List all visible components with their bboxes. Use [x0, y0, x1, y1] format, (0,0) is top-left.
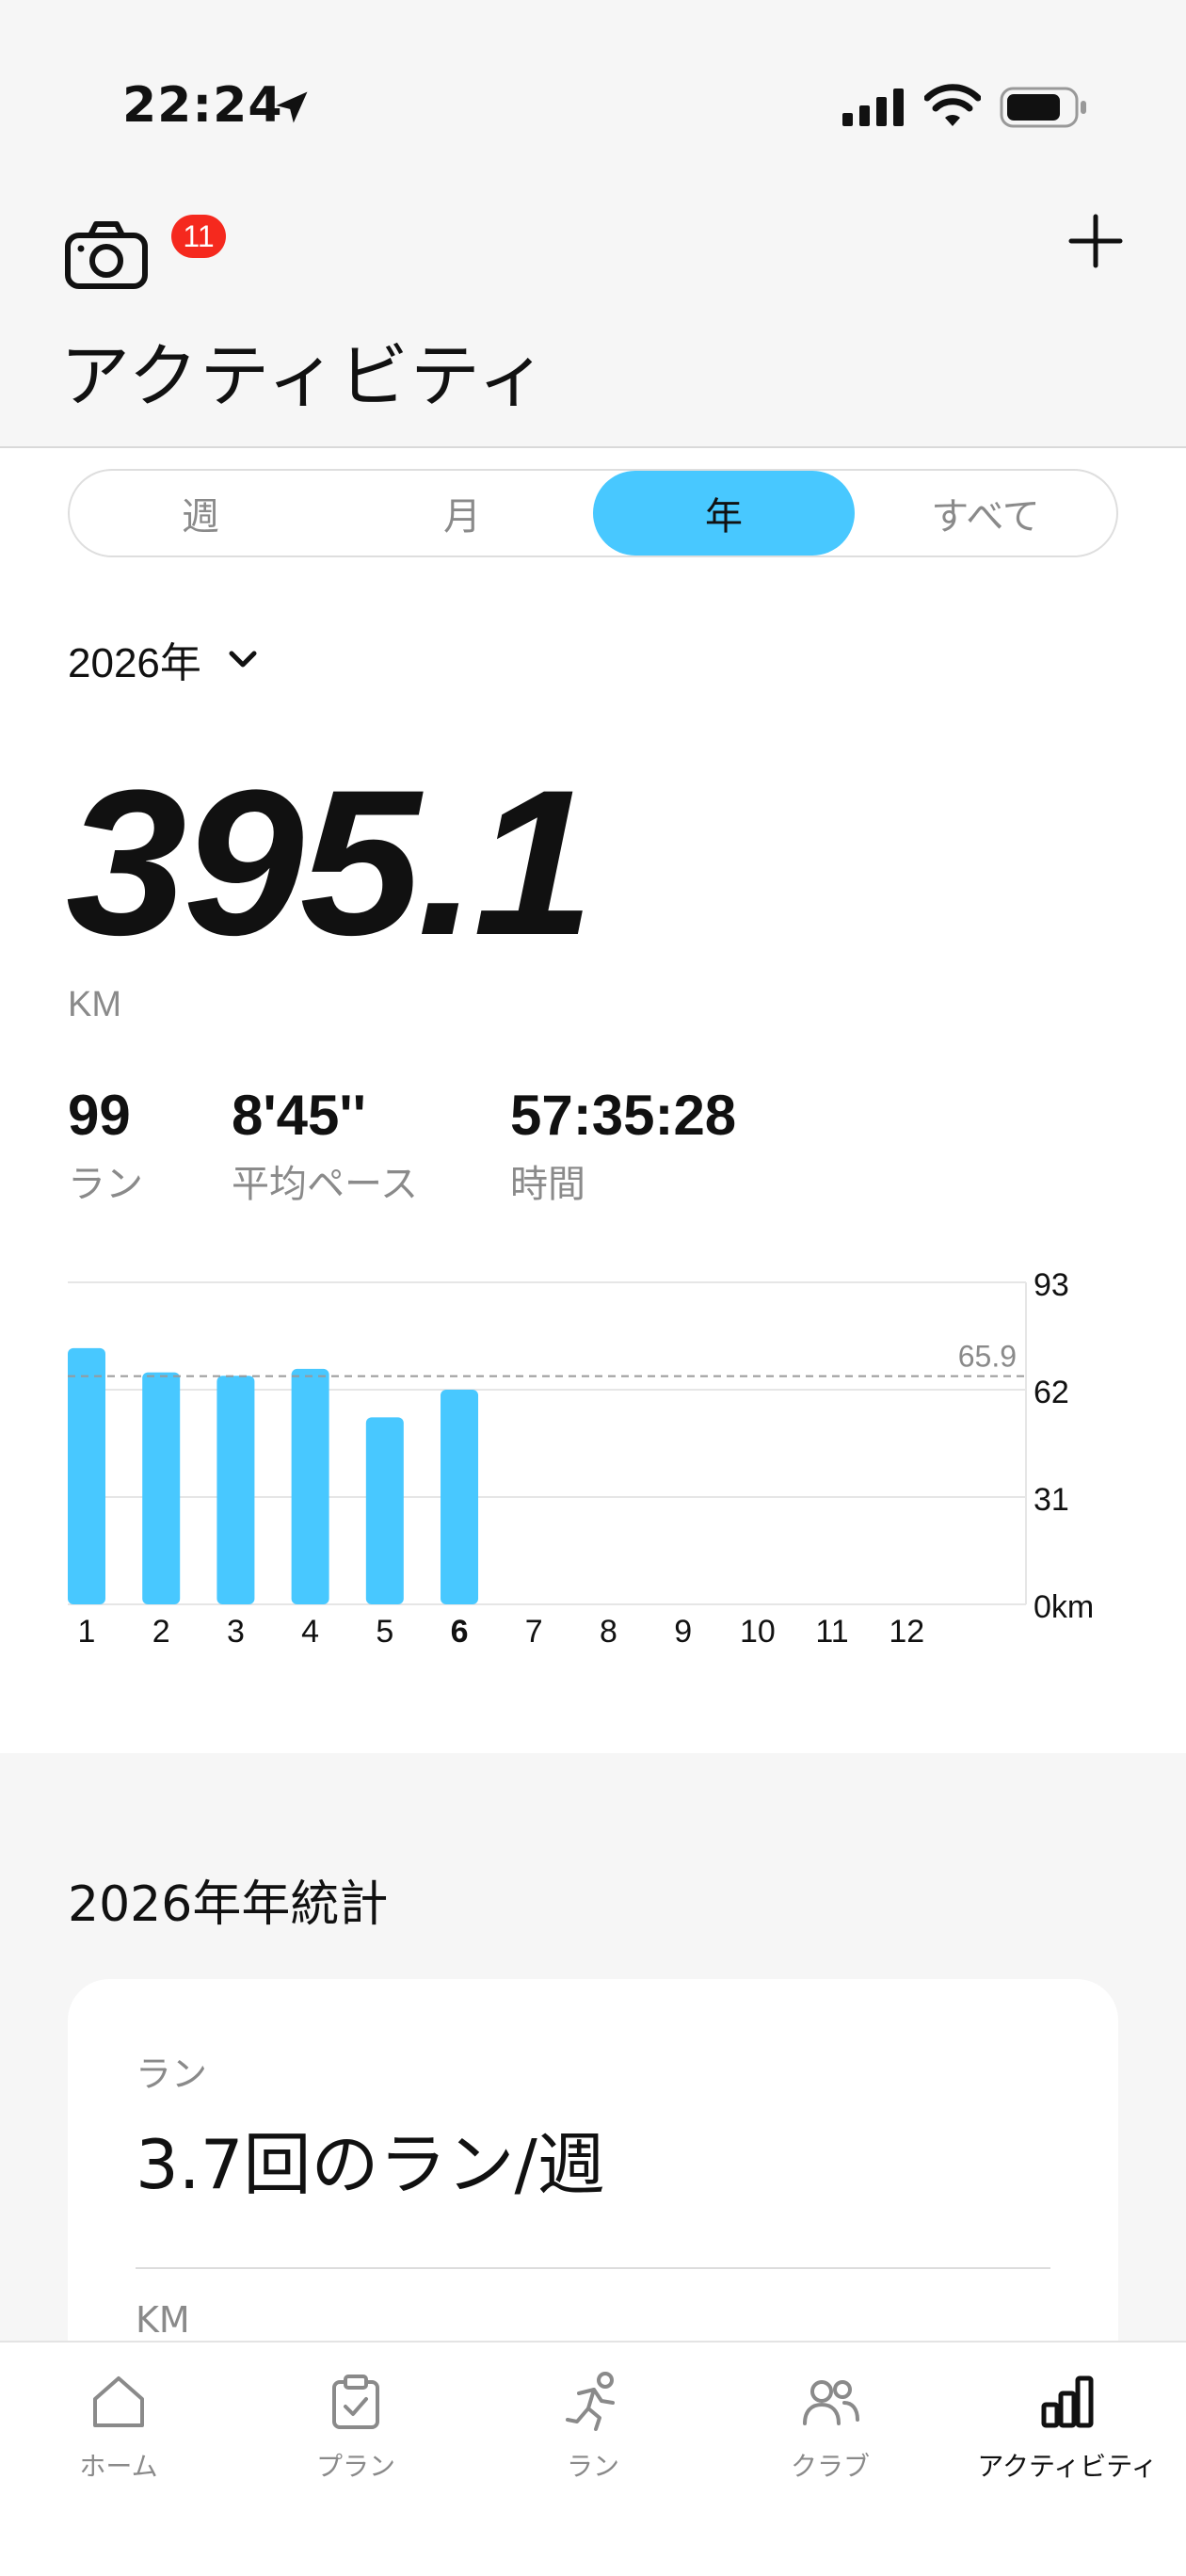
home-icon: [93, 2376, 144, 2427]
bar-chart-icon: [1041, 2375, 1094, 2428]
period-segmented-control: 週 月 年 すべて: [68, 469, 1118, 557]
y-tick-label: 31: [1034, 1482, 1069, 1518]
stat-time: 57:35:28 時間: [510, 1083, 736, 1208]
segment-all[interactable]: すべて: [855, 471, 1116, 555]
stat-runs: 99 ラン: [68, 1083, 143, 1208]
header: 11 アクティビティ: [0, 179, 1186, 448]
add-button[interactable]: [1066, 211, 1126, 271]
bar: [291, 1368, 329, 1604]
tab-activity[interactable]: アクティビティ: [949, 2369, 1186, 2484]
bar: [441, 1390, 479, 1604]
y-tick-label: 93: [1034, 1267, 1069, 1303]
tab-plan-label: プラン: [315, 2451, 395, 2482]
x-tick-label: 12: [889, 1614, 924, 1650]
segment-week[interactable]: 週: [70, 471, 331, 555]
cellular-signal-icon: [842, 89, 904, 126]
location-arrow-icon: [276, 91, 308, 123]
bar: [216, 1376, 255, 1604]
stat-pace: 8'45'' 平均ペース: [232, 1083, 418, 1208]
x-tick-label: 10: [740, 1614, 776, 1650]
chevron-down-icon: [229, 651, 257, 668]
x-tick-label: 1: [78, 1614, 96, 1650]
tab-activity-label: アクティビティ: [977, 2451, 1158, 2482]
x-tick-label: 4: [301, 1614, 319, 1650]
yearly-stats-title: 2026年年統計: [68, 1876, 389, 1933]
page-title: アクティビティ: [60, 336, 550, 417]
card-label: ラン: [136, 2053, 208, 2095]
x-tick-label: 9: [674, 1614, 692, 1650]
people-icon: [803, 2380, 859, 2425]
segment-month[interactable]: 月: [331, 471, 593, 555]
y-tick-label: 0km: [1034, 1589, 1094, 1625]
average-label: 65.9: [958, 1340, 1017, 1374]
status-time: 22:24: [122, 77, 283, 134]
runs-value: 99: [68, 1084, 131, 1147]
time-value: 57:35:28: [510, 1084, 737, 1147]
notification-badge: 11: [171, 215, 226, 258]
activity-screen: 22:24 11 アクティビティ 週 月 年 すべて 2026年 395.1 K…: [0, 0, 1186, 2576]
tab-plan[interactable]: プラン: [237, 2369, 474, 2484]
x-tick-label: 3: [227, 1614, 245, 1650]
segment-year[interactable]: 年: [593, 471, 855, 555]
total-distance: 395.1: [66, 747, 594, 978]
wifi-icon: [924, 84, 981, 126]
card-value: 3.7回のラン/週: [136, 2125, 605, 2204]
card-next-label: KM: [136, 2299, 190, 2341]
x-tick-label: 2: [152, 1614, 170, 1650]
runner-icon: [566, 2372, 615, 2431]
x-tick-label: 5: [376, 1614, 393, 1650]
card-divider: [136, 2267, 1050, 2269]
bar: [68, 1347, 105, 1604]
distance-unit: KM: [68, 985, 121, 1024]
tab-run[interactable]: ラン: [474, 2369, 712, 2484]
tab-club-label: クラブ: [790, 2451, 870, 2482]
pace-value: 8'45'': [232, 1084, 366, 1147]
year-dropdown-label: 2026年: [68, 640, 201, 686]
monthly-distance-chart: 9362310km1 2 3 4 5 6 7 8 9 10 11 1265.9: [68, 1267, 1094, 1650]
year-dropdown[interactable]: 2026年: [68, 629, 262, 689]
y-tick-label: 62: [1034, 1375, 1069, 1410]
bar: [365, 1417, 404, 1604]
x-tick-label: 6: [451, 1614, 469, 1650]
camera-button[interactable]: 11: [62, 207, 226, 292]
tab-club[interactable]: クラブ: [712, 2369, 949, 2484]
camera-icon: [65, 221, 148, 289]
battery-icon: [1000, 87, 1086, 128]
pace-label: 平均ペース: [232, 1163, 418, 1206]
tab-bar: ホーム プラン ラン クラブ アクティビティ: [0, 2341, 1186, 2576]
x-tick-label: 7: [525, 1614, 543, 1650]
tab-home-label: ホーム: [79, 2451, 158, 2482]
bar: [142, 1372, 181, 1604]
status-bar: 22:24: [0, 0, 1186, 179]
clipboard-check-icon: [332, 2375, 379, 2429]
time-label: 時間: [510, 1163, 585, 1206]
runs-label: ラン: [68, 1163, 143, 1206]
x-tick-label: 8: [600, 1614, 617, 1650]
x-tick-label: 11: [815, 1614, 848, 1650]
tab-home[interactable]: ホーム: [0, 2369, 237, 2484]
tab-run-label: ラン: [566, 2451, 619, 2482]
